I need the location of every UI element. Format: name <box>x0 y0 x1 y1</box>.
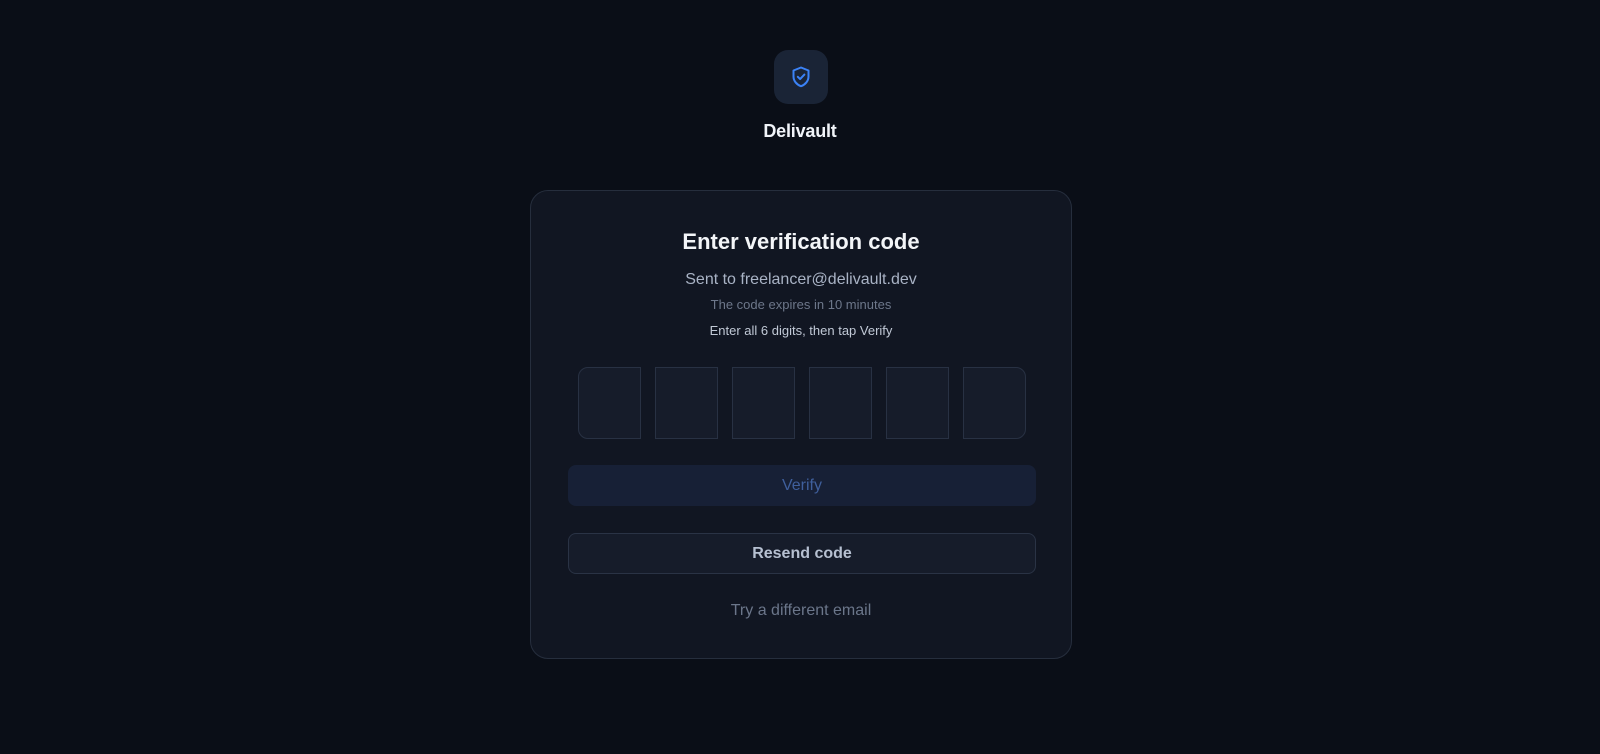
logo-badge <box>774 50 828 104</box>
expires-note: The code expires in 10 minutes <box>710 297 892 312</box>
verification-page: Delivault Enter verification code Sent t… <box>0 0 1600 754</box>
sent-to-text: Sent to freelancer@delivault.dev <box>685 271 917 288</box>
verify-button[interactable]: Verify <box>568 465 1036 506</box>
try-different-email-link[interactable]: Try a different email <box>531 602 1071 620</box>
verification-card: Enter verification code Sent to freelanc… <box>530 190 1072 659</box>
brand-name: Delivault <box>763 121 837 141</box>
otp-digit-5[interactable] <box>886 367 949 439</box>
shield-check-icon <box>792 66 810 88</box>
otp-digit-3[interactable] <box>732 367 795 439</box>
otp-digit-6[interactable] <box>963 367 1026 439</box>
resend-code-button[interactable]: Resend code <box>568 533 1036 574</box>
otp-input-group <box>578 367 1026 439</box>
card-title: Enter verification code <box>682 229 920 254</box>
instructions-text: Enter all 6 digits, then tap Verify <box>709 323 893 338</box>
otp-digit-1[interactable] <box>578 367 641 439</box>
otp-digit-2[interactable] <box>655 367 718 439</box>
otp-digit-4[interactable] <box>809 367 872 439</box>
